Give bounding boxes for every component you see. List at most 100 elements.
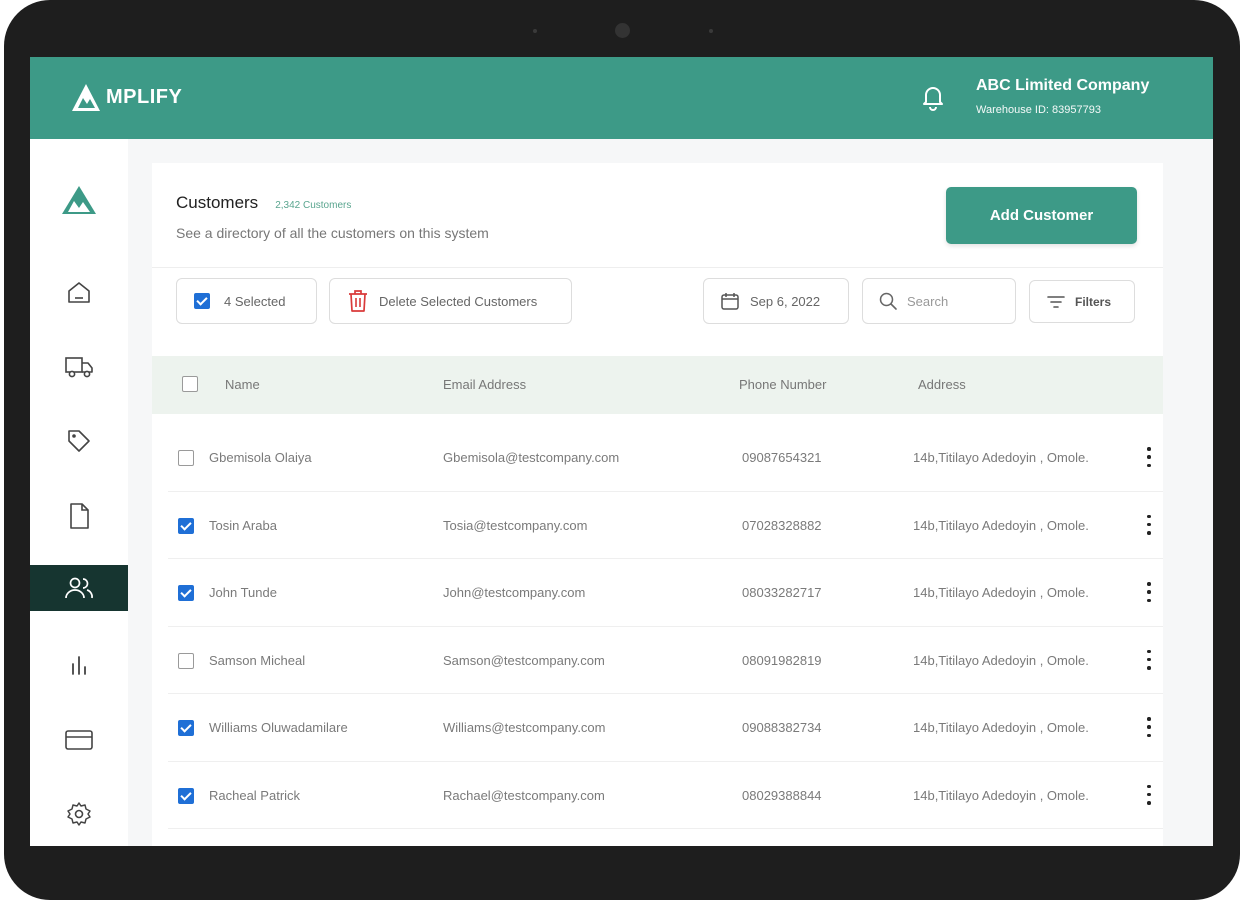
filter-icon bbox=[1047, 295, 1065, 308]
nav-reports[interactable] bbox=[30, 642, 128, 688]
customer-email: Rachael@testcompany.com bbox=[443, 787, 605, 803]
customer-email: Gbemisola@testcompany.com bbox=[443, 450, 620, 465]
top-header: MPLIFY ABC Limited Company Warehouse ID:… bbox=[30, 57, 1213, 139]
customer-count: 2,342 Customers bbox=[275, 200, 352, 211]
tag-icon bbox=[68, 430, 90, 452]
sensor-dot bbox=[533, 29, 537, 33]
customer-phone: 07028328882 bbox=[742, 517, 822, 533]
selected-count-button[interactable]: 4 Selected bbox=[176, 278, 317, 324]
select-all-toggle[interactable] bbox=[194, 293, 210, 309]
sidebar bbox=[30, 139, 128, 846]
customer-phone: 08033282717 bbox=[742, 585, 822, 600]
customer-name: Gbemisola Olaiya bbox=[209, 450, 312, 465]
calendar-icon bbox=[721, 293, 739, 310]
credit-card-icon bbox=[65, 730, 93, 750]
title-row: Customers 2,342 Customers bbox=[176, 193, 351, 213]
column-name[interactable]: Name bbox=[225, 377, 260, 392]
logo-icon bbox=[72, 84, 100, 111]
bell-icon[interactable] bbox=[922, 83, 944, 116]
more-options-icon[interactable] bbox=[1146, 784, 1152, 805]
nav-settings[interactable] bbox=[30, 791, 128, 837]
customers-panel: Customers 2,342 Customers See a director… bbox=[152, 163, 1163, 846]
customer-phone: 09087654321 bbox=[742, 450, 822, 465]
more-options-icon[interactable] bbox=[1146, 717, 1152, 737]
customer-email: John@testcompany.com bbox=[443, 585, 586, 600]
column-phone[interactable]: Phone Number bbox=[739, 377, 826, 392]
trash-icon bbox=[349, 290, 367, 312]
users-icon bbox=[65, 577, 93, 599]
customer-phone: 08029388844 bbox=[742, 787, 822, 803]
row-checkbox[interactable] bbox=[178, 652, 194, 669]
selected-count-label: 4 Selected bbox=[224, 293, 286, 309]
more-options-icon[interactable] bbox=[1146, 582, 1152, 602]
nav-customers[interactable] bbox=[30, 565, 128, 611]
date-label: Sep 6, 2022 bbox=[750, 293, 821, 309]
table-row[interactable]: Williams Oluwadamilare Williams@testcomp… bbox=[168, 694, 1163, 762]
date-picker-button[interactable]: Sep 6, 2022 bbox=[703, 278, 849, 324]
row-checkbox[interactable] bbox=[178, 450, 194, 466]
row-checkbox[interactable] bbox=[178, 517, 194, 534]
table-row[interactable]: Racheal Patrick Rachael@testcompany.com … bbox=[168, 762, 1163, 829]
customer-name: Racheal Patrick bbox=[209, 787, 301, 803]
more-options-icon[interactable] bbox=[1146, 649, 1152, 670]
customer-name: Samson Micheal bbox=[209, 652, 306, 668]
customer-email: Tosia@testcompany.com bbox=[443, 517, 588, 533]
column-email[interactable]: Email Address bbox=[443, 377, 526, 392]
brand-logo[interactable]: MPLIFY bbox=[70, 82, 182, 112]
add-customer-button[interactable]: Add Customer bbox=[946, 187, 1137, 244]
delete-selected-button[interactable]: Delete Selected Customers bbox=[329, 278, 572, 324]
row-checkbox[interactable] bbox=[178, 787, 194, 804]
filters-button[interactable]: Filters bbox=[1029, 280, 1135, 323]
customer-name: Williams Oluwadamilare bbox=[209, 720, 348, 735]
divider bbox=[152, 267, 1163, 268]
more-options-icon[interactable] bbox=[1146, 447, 1152, 467]
truck-icon bbox=[65, 357, 93, 378]
customer-address: 14b,Titilayo Adedoyin , Omole. bbox=[913, 517, 1089, 533]
customer-address: 14b,Titilayo Adedoyin , Omole. bbox=[913, 720, 1089, 735]
home-icon bbox=[68, 282, 90, 303]
customer-name: Tosin Araba bbox=[209, 517, 277, 533]
nav-products[interactable] bbox=[30, 418, 128, 464]
app-screen: MPLIFY ABC Limited Company Warehouse ID:… bbox=[30, 57, 1213, 846]
customer-address: 14b,Titilayo Adedoyin , Omole. bbox=[913, 787, 1089, 803]
nav-home[interactable] bbox=[30, 269, 128, 315]
filters-label: Filters bbox=[1075, 294, 1112, 309]
search-icon bbox=[879, 292, 897, 310]
search-box[interactable]: Search bbox=[862, 278, 1016, 324]
customer-phone: 08091982819 bbox=[742, 652, 822, 668]
table-row[interactable]: Samson Micheal Samson@testcompany.com 08… bbox=[168, 627, 1163, 694]
brand-name: MPLIFY bbox=[106, 85, 183, 108]
customer-table-body: Gbemisola Olaiya Gbemisola@testcompany.c… bbox=[152, 424, 1163, 829]
camera-lens bbox=[615, 23, 630, 38]
sensor-dot bbox=[709, 29, 713, 33]
nav-documents[interactable] bbox=[30, 493, 128, 539]
bar-chart-icon bbox=[72, 656, 86, 675]
table-row[interactable]: Gbemisola Olaiya Gbemisola@testcompany.c… bbox=[168, 424, 1163, 492]
warehouse-id: Warehouse ID: 83957793 bbox=[976, 104, 1101, 116]
nav-payments[interactable] bbox=[30, 717, 128, 763]
customer-address: 14b,Titilayo Adedoyin , Omole. bbox=[913, 585, 1089, 600]
delete-selected-label: Delete Selected Customers bbox=[379, 293, 538, 309]
table-row[interactable]: John Tunde John@testcompany.com 08033282… bbox=[168, 559, 1163, 627]
search-input[interactable]: Search bbox=[907, 294, 948, 309]
table-row[interactable]: Tosin Araba Tosia@testcompany.com 070283… bbox=[168, 492, 1163, 559]
page-subtitle: See a directory of all the customers on … bbox=[176, 225, 489, 241]
header-checkbox[interactable] bbox=[182, 376, 198, 392]
customer-email: Samson@testcompany.com bbox=[443, 652, 605, 668]
gear-icon bbox=[67, 802, 91, 826]
customer-phone: 09088382734 bbox=[742, 720, 822, 735]
sidebar-logo-icon[interactable] bbox=[60, 185, 98, 220]
column-address[interactable]: Address bbox=[918, 377, 966, 392]
table-header: Name Email Address Phone Number Address bbox=[152, 356, 1163, 414]
row-checkbox[interactable] bbox=[178, 585, 194, 601]
more-options-icon[interactable] bbox=[1146, 514, 1152, 535]
page-title: Customers bbox=[176, 193, 259, 212]
company-info[interactable]: ABC Limited Company Warehouse ID: 839577… bbox=[976, 77, 1149, 116]
customer-address: 14b,Titilayo Adedoyin , Omole. bbox=[913, 652, 1089, 668]
file-icon bbox=[70, 503, 89, 529]
customer-email: Williams@testcompany.com bbox=[443, 720, 606, 735]
customer-name: John Tunde bbox=[209, 585, 277, 600]
company-name: ABC Limited Company bbox=[976, 77, 1150, 94]
row-checkbox[interactable] bbox=[178, 720, 194, 736]
nav-deliveries[interactable] bbox=[30, 344, 128, 390]
